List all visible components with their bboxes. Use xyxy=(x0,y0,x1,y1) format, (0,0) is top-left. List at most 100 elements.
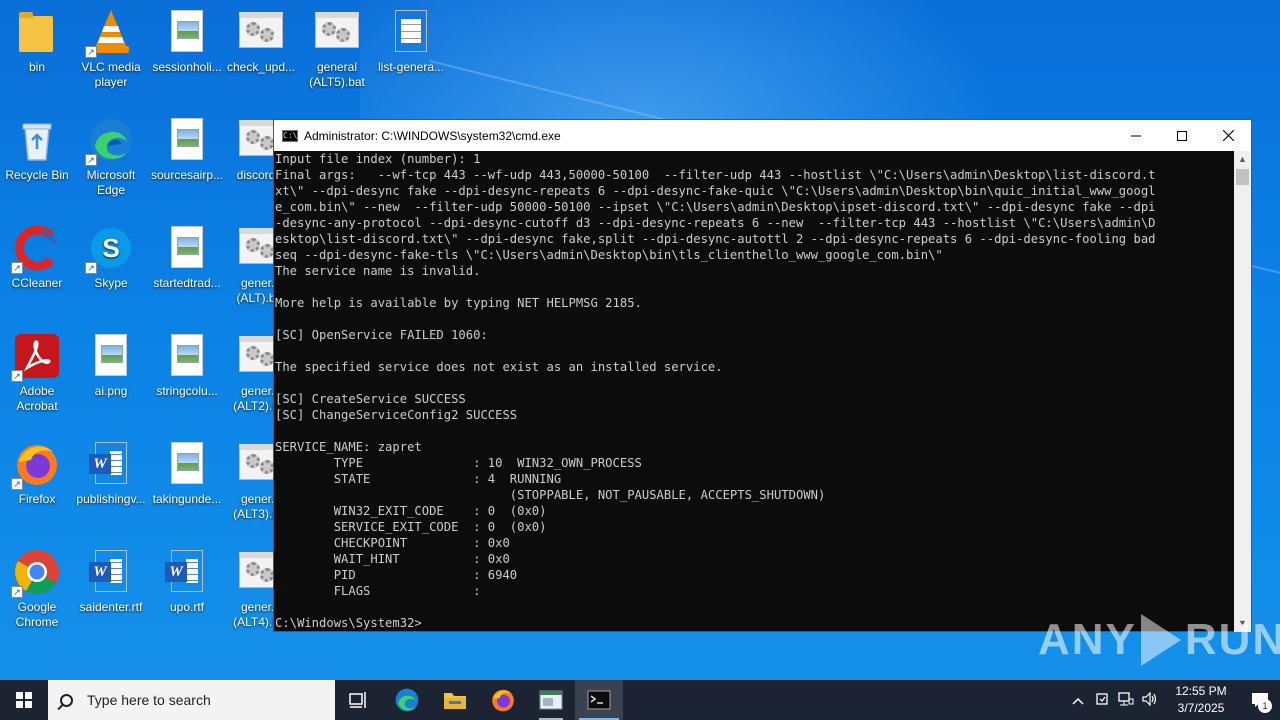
desktop-icon-label: sessionholi... xyxy=(152,60,222,74)
desktop-icon-label: saidenter.rtf xyxy=(79,600,143,614)
console-line: PID : 6940 xyxy=(275,568,518,582)
desktop-icon-label: upo.rtf xyxy=(169,600,205,614)
console-line: [SC] OpenService FAILED 1060: xyxy=(275,328,488,342)
desktop-icon-sessionholi[interactable]: sessionholi... xyxy=(150,8,224,75)
desktop-icon-label: stringcolu... xyxy=(156,384,218,398)
console-output[interactable]: Input file index (number): 1 Final args: … xyxy=(274,151,1234,632)
maximize-button[interactable] xyxy=(1159,120,1205,151)
console-line: The service name is invalid. xyxy=(275,264,481,278)
desktop-icon-general-alt5[interactable]: general (ALT5).bat xyxy=(300,8,374,90)
desktop-icon-label: Recycle Bin xyxy=(5,168,69,182)
console-line: (STOPPABLE, NOT_PAUSABLE, ACCEPTS_SHUTDO… xyxy=(275,488,826,502)
notification-count-badge: 1 xyxy=(1258,699,1272,713)
desktop-icon-vlc[interactable]: ↗ VLC media player xyxy=(74,8,148,90)
cmd-window[interactable]: C:\ Administrator: C:\WINDOWS\system32\c… xyxy=(273,119,1252,632)
console-line: TYPE : 10 WIN32_OWN_PROCESS xyxy=(275,456,642,470)
desktop-icon-check-upd[interactable]: check_upd... xyxy=(224,8,298,75)
desktop-icon-bin[interactable]: bin xyxy=(0,8,74,75)
shortcut-arrow-icon: ↗ xyxy=(85,154,97,166)
taskbar-file-explorer[interactable] xyxy=(431,680,479,720)
shortcut-arrow-icon: ↗ xyxy=(11,586,23,598)
desktop-icon-takingunde[interactable]: takingunde... xyxy=(150,440,224,507)
image-file-icon xyxy=(171,442,203,484)
batch-file-icon xyxy=(315,12,359,48)
desktop-icon-saidenter[interactable]: W saidenter.rtf xyxy=(74,548,148,615)
security-center-icon[interactable] xyxy=(1090,692,1114,709)
search-placeholder: Type here to search xyxy=(87,692,211,708)
desktop-icon-label: VLC media player xyxy=(81,60,141,89)
shortcut-arrow-icon: ↗ xyxy=(11,370,23,382)
desktop-icon-firefox[interactable]: ↗ Firefox xyxy=(0,440,74,507)
desktop-icon-recycle-bin[interactable]: Recycle Bin xyxy=(0,116,74,183)
minimize-icon xyxy=(1131,135,1141,136)
desktop-icon-list-general[interactable]: list-genera... xyxy=(374,8,448,75)
desktop-icon-ccleaner[interactable]: ↗ CCleaner xyxy=(0,224,74,291)
close-button[interactable] xyxy=(1205,120,1251,151)
system-tray: 12:55 PM 3/7/2025 1 xyxy=(1066,680,1280,720)
desktop-icon-upo[interactable]: W upo.rtf xyxy=(150,548,224,615)
desktop-icon-label: publishingv... xyxy=(76,492,146,506)
desktop-icon-adobe-acrobat[interactable]: ↗ Adobe Acrobat xyxy=(0,332,74,414)
desktop-icon-label: check_upd... xyxy=(226,60,296,74)
minimize-button[interactable] xyxy=(1113,120,1159,151)
vertical-scrollbar[interactable]: ▲ ▼ xyxy=(1234,151,1251,632)
console-line: Input file index (number): 1 xyxy=(275,152,481,166)
taskbar: Type here to search 12:55 PM 3/7/2025 1 xyxy=(0,680,1280,720)
desktop-icon-skype[interactable]: S ↗ Skype xyxy=(74,224,148,291)
search-icon xyxy=(60,693,73,707)
batch-file-icon xyxy=(239,12,283,48)
taskbar-cmd[interactable] xyxy=(575,680,623,720)
show-hidden-icons-chevron-icon[interactable] xyxy=(1066,693,1090,708)
console-line: e_com.bin\" --new --filter-udp 50000-501… xyxy=(275,200,1156,214)
image-file-icon xyxy=(171,118,203,160)
action-center-button[interactable]: 1 xyxy=(1240,680,1280,720)
start-button[interactable] xyxy=(0,680,48,720)
edge-icon xyxy=(395,688,419,712)
desktop-icon-label: Google Chrome xyxy=(15,600,59,629)
console-line: WIN32_EXIT_CODE : 0 (0x0) xyxy=(275,504,547,518)
desktop-icon-label: takingunde... xyxy=(152,492,222,506)
desktop-icon-label: bin xyxy=(28,60,45,74)
clock[interactable]: 12:55 PM 3/7/2025 xyxy=(1162,683,1240,717)
desktop-icon-stringcolu[interactable]: stringcolu... xyxy=(150,332,224,399)
task-view-button[interactable] xyxy=(335,680,383,720)
desktop-icon-ai-png[interactable]: ai.png xyxy=(74,332,148,399)
cmd-app-icon: C:\ xyxy=(282,129,298,142)
image-file-icon xyxy=(171,334,203,376)
desktop-icon-label: Firefox xyxy=(18,492,56,506)
title-bar[interactable]: C:\ Administrator: C:\WINDOWS\system32\c… xyxy=(274,120,1251,151)
clock-time: 12:55 PM xyxy=(1175,684,1227,698)
scroll-up-icon[interactable]: ▲ xyxy=(1234,151,1251,168)
console-line: [SC] CreateService SUCCESS xyxy=(275,392,466,406)
desktop-icon-label: ai.png xyxy=(94,384,128,398)
desktop-icon-microsoft-edge[interactable]: ↗ Microsoft Edge xyxy=(74,116,148,198)
volume-icon[interactable] xyxy=(1138,691,1162,709)
desktop-icon-startedtrad[interactable]: startedtrad... xyxy=(150,224,224,291)
console-line: Final args: --wf-tcp 443 --wf-udp 443,50… xyxy=(275,168,1156,182)
close-icon xyxy=(1222,130,1234,141)
image-file-icon xyxy=(171,226,203,268)
desktop-icon-google-chrome[interactable]: ↗ Google Chrome xyxy=(0,548,74,630)
desktop-icon-publishingv[interactable]: W publishingv... xyxy=(74,440,148,507)
desktop-icon-label: Adobe Acrobat xyxy=(16,384,58,413)
desktop-icon-sourcesairp[interactable]: sourcesairp... xyxy=(150,116,224,183)
console-line: The specified service does not exist as … xyxy=(275,360,723,374)
console-line: CHECKPOINT : 0x0 xyxy=(275,536,510,550)
console-line: xt\" --dpi-desync fake --dpi-desync-repe… xyxy=(275,184,1156,198)
console-line: More help is available by typing NET HEL… xyxy=(275,296,642,310)
shortcut-arrow-icon: ↗ xyxy=(85,262,97,274)
taskbar-search-box[interactable]: Type here to search xyxy=(48,680,335,720)
scroll-thumb[interactable] xyxy=(1236,169,1249,185)
taskbar-app-window[interactable] xyxy=(527,680,575,720)
desktop-icon-label: Microsoft Edge xyxy=(86,168,136,197)
console-line: SERVICE_NAME: zapret xyxy=(275,440,422,454)
cmd-icon xyxy=(587,690,611,710)
taskbar-firefox[interactable] xyxy=(479,680,527,720)
taskbar-edge[interactable] xyxy=(383,680,431,720)
network-icon[interactable] xyxy=(1114,691,1138,709)
console-line: -desync-any-protocol --dpi-desync-cutoff… xyxy=(275,216,1156,230)
